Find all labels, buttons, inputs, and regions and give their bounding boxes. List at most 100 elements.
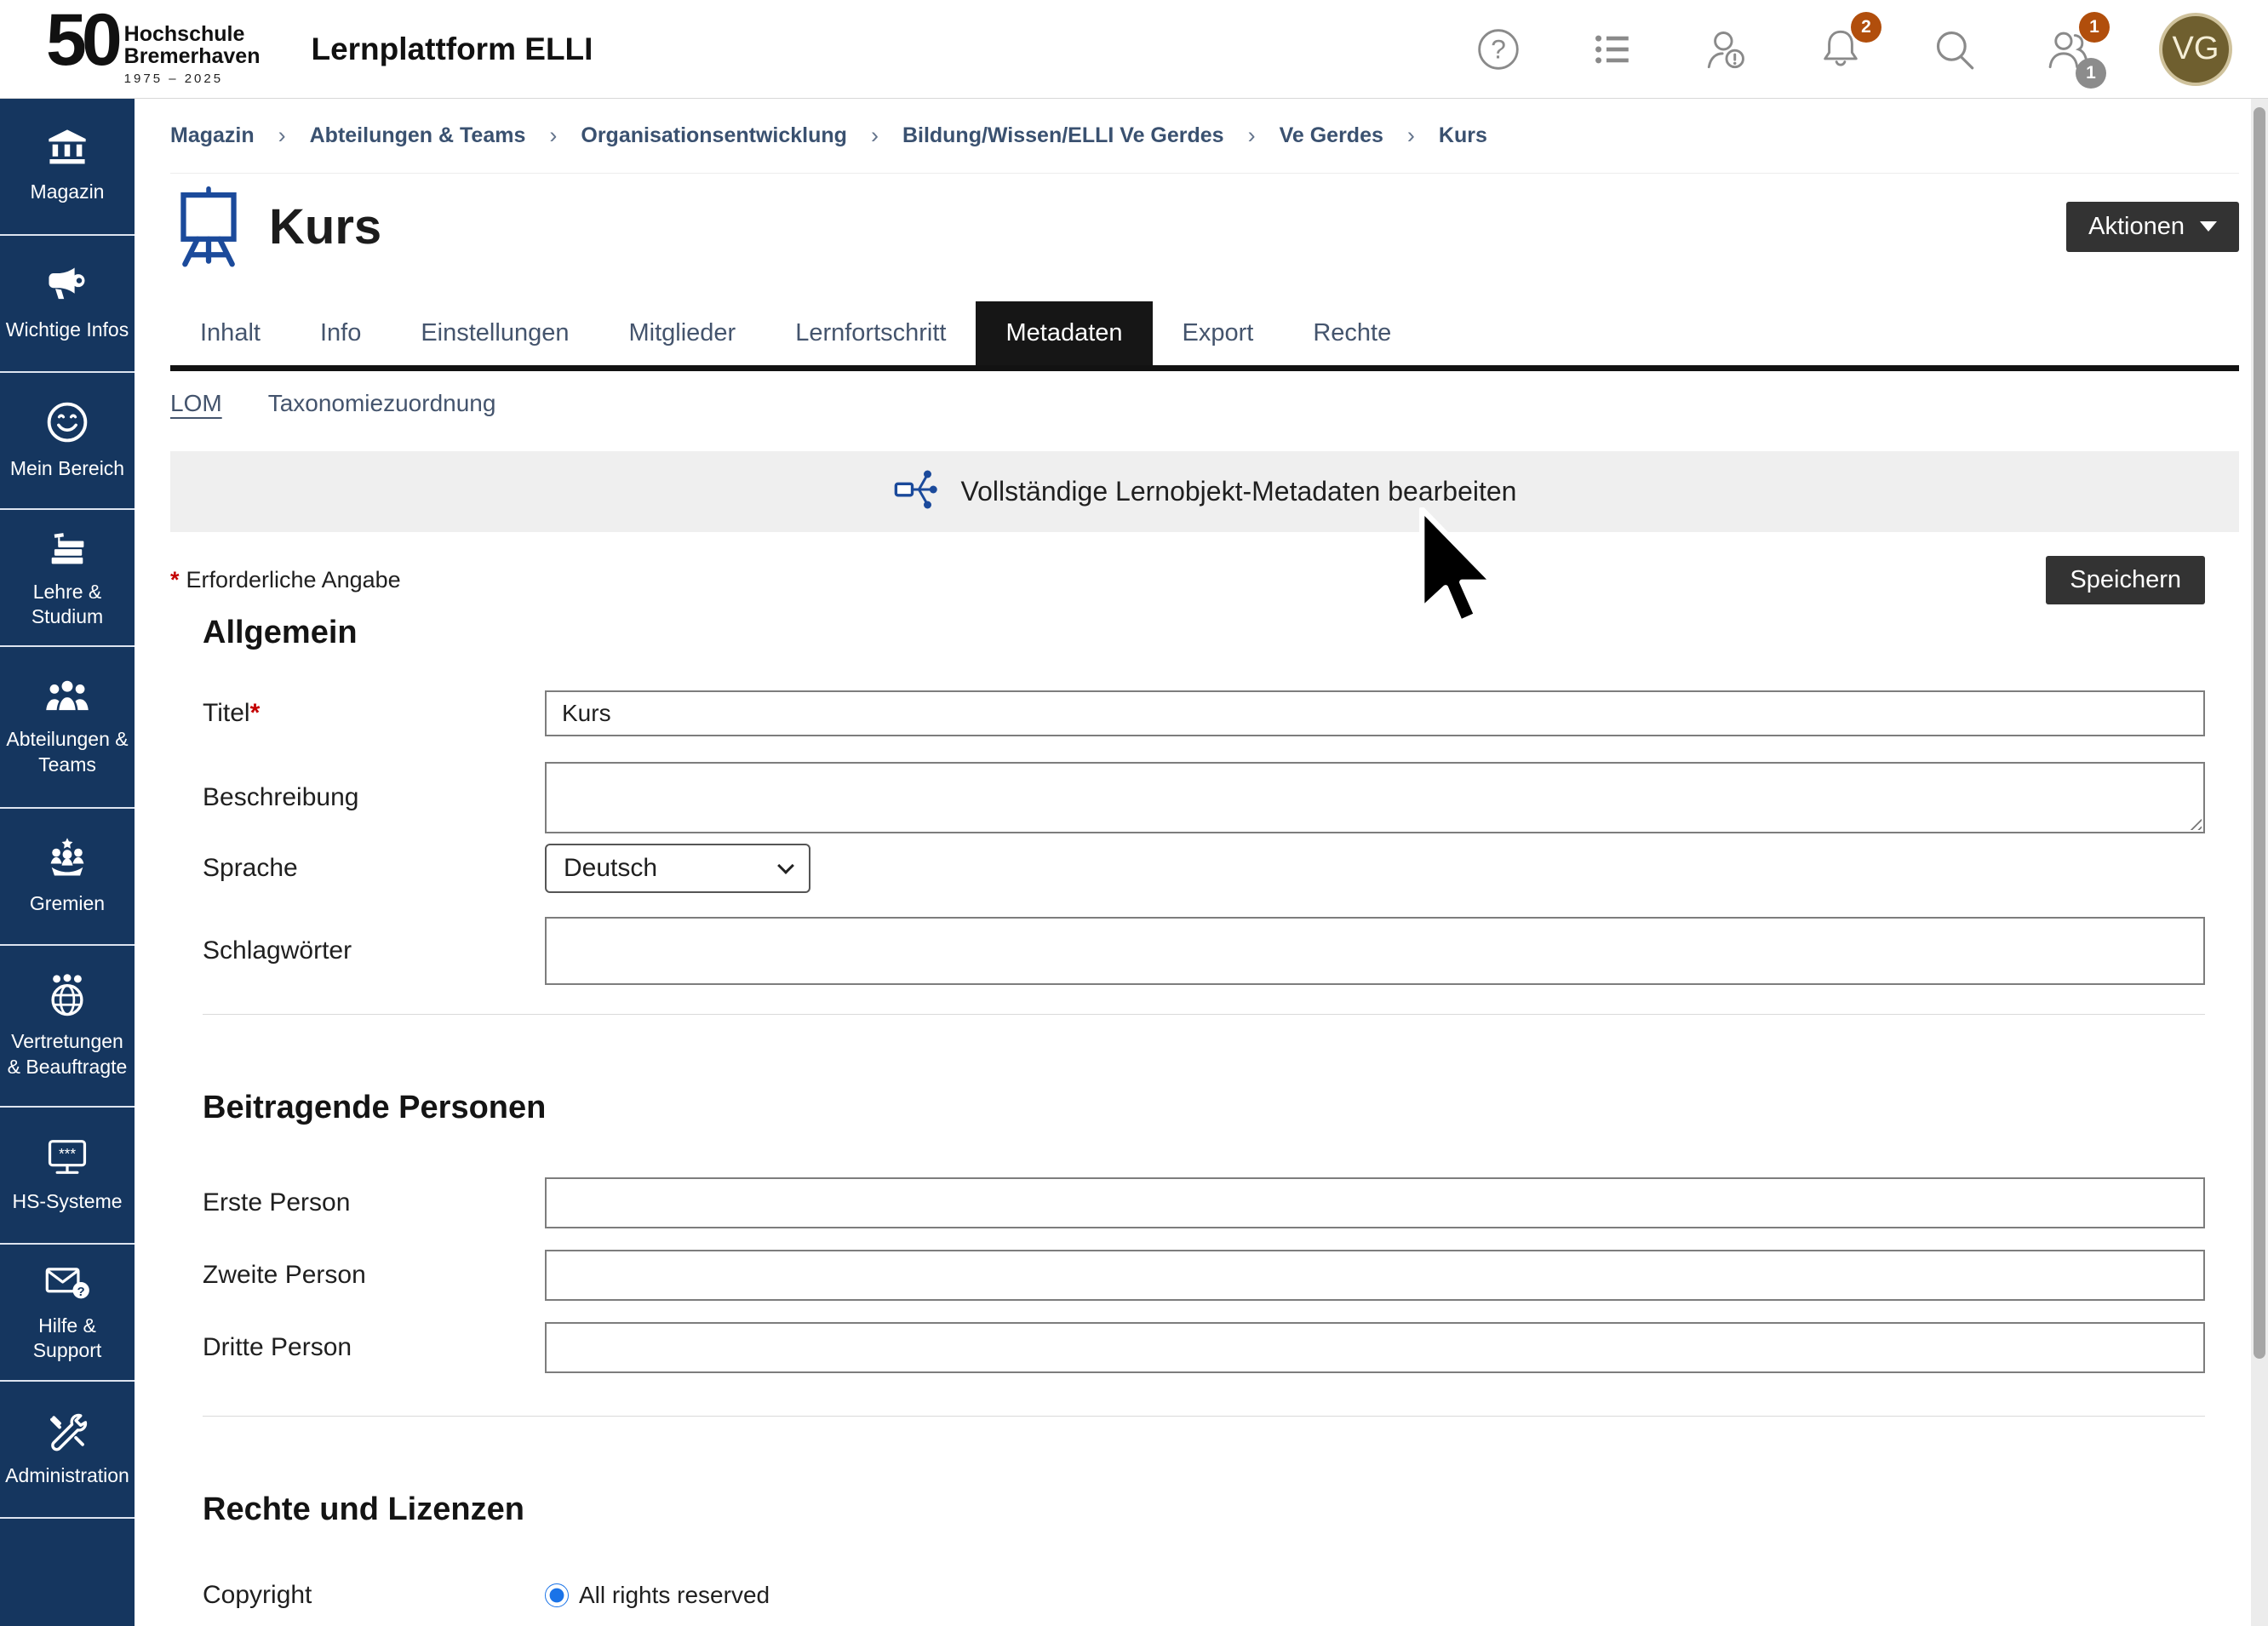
university-logo[interactable]: 50 Hochschule Bremerhaven 1975 – 2025	[46, 12, 260, 86]
svg-text:***: ***	[59, 1145, 76, 1162]
megaphone-icon	[43, 264, 91, 306]
logo-line1: Hochschule	[124, 24, 261, 46]
top-header: 50 Hochschule Bremerhaven 1975 – 2025 Le…	[0, 0, 2268, 99]
tab-metadaten[interactable]: Metadaten	[976, 301, 1152, 365]
sidebar-item-hilfe-support[interactable]: ? Hilfe & Support	[0, 1245, 135, 1382]
tab-lernfortschritt[interactable]: Lernfortschritt	[765, 301, 976, 365]
copyright-radio-all-rights[interactable]	[545, 1583, 569, 1607]
contacts-badge-top: 1	[2079, 12, 2110, 43]
page-title: Kurs	[269, 198, 381, 255]
user-clock-icon[interactable]	[1703, 26, 1750, 73]
logo-50: 50	[46, 12, 117, 69]
zweite-person-input[interactable]	[545, 1250, 2205, 1301]
schlagwoerter-label: Schlagwörter	[203, 936, 545, 965]
edit-full-metadata-banner[interactable]: Vollständige Lernobjekt-Metadaten bearbe…	[170, 451, 2239, 532]
tab-export[interactable]: Export	[1153, 301, 1284, 365]
app-title: Lernplattform ELLI	[311, 31, 593, 67]
breadcrumb-separator: ›	[871, 123, 879, 149]
breadcrumb-item-abteilungen[interactable]: Abteilungen & Teams	[310, 123, 526, 148]
subtab-lom[interactable]: LOM	[170, 390, 222, 417]
sidebar-item-label: Administration	[5, 1463, 129, 1488]
section-heading-beitragende: Beitragende Personen	[203, 1090, 2205, 1126]
form-toolbar: *Erforderliche Angabe Speichern	[170, 556, 2205, 604]
scrollbar-thumb[interactable]	[2254, 107, 2265, 1359]
page-title-row: Kurs Aktionen	[170, 186, 2239, 267]
breadcrumb-item-ve-gerdes[interactable]: Ve Gerdes	[1280, 123, 1383, 148]
scrollbar-track[interactable]	[2251, 99, 2268, 1626]
sidebar-item-wichtige-infos[interactable]: Wichtige Infos	[0, 236, 135, 373]
search-icon[interactable]	[1931, 26, 1979, 73]
breadcrumb-item-magazin[interactable]: Magazin	[170, 123, 255, 148]
sidebar-item-label: HS-Systeme	[12, 1189, 122, 1214]
people-icon	[43, 677, 91, 716]
breadcrumb-separator: ›	[549, 123, 557, 149]
banner-label: Vollständige Lernobjekt-Metadaten bearbe…	[961, 476, 1517, 507]
breadcrumb: Magazin › Abteilungen & Teams › Organisa…	[170, 99, 2239, 174]
actions-button[interactable]: Aktionen	[2066, 202, 2239, 252]
contacts-icon[interactable]: 1 1	[2045, 26, 2093, 73]
sidebar-item-label: Hilfe & Support	[4, 1314, 130, 1364]
copyright-option-label: All rights reserved	[579, 1582, 770, 1609]
sidebar-item-label: Mein Bereich	[10, 456, 124, 481]
sprache-select[interactable]: Deutsch	[545, 844, 810, 893]
sidebar-filler	[0, 1519, 135, 1626]
list-menu-icon[interactable]	[1589, 26, 1636, 73]
tools-icon	[44, 1410, 90, 1452]
beschreibung-textarea[interactable]	[545, 762, 2205, 833]
save-button[interactable]: Speichern	[2046, 556, 2205, 604]
notifications-bell-icon[interactable]: 2	[1817, 26, 1864, 73]
breadcrumb-separator: ›	[278, 123, 286, 149]
section-heading-allgemein: Allgemein	[203, 615, 2205, 651]
sidebar-item-vertretungen-beauftragte[interactable]: Vertretungen & Beauftragte	[0, 946, 135, 1108]
dritte-person-label: Dritte Person	[203, 1333, 545, 1362]
subtab-taxonomiezuordnung[interactable]: Taxonomiezuordnung	[268, 390, 496, 417]
sidebar-item-label: Abteilungen & Teams	[4, 727, 130, 777]
tab-einstellungen[interactable]: Einstellungen	[391, 301, 598, 365]
section-heading-rechte: Rechte und Lizenzen	[203, 1491, 2205, 1528]
help-icon[interactable]: ?	[1475, 26, 1522, 73]
contacts-badge-bottom: 1	[2076, 58, 2106, 89]
monitor-icon: ***	[43, 1136, 91, 1178]
tab-mitglieder[interactable]: Mitglieder	[598, 301, 765, 365]
chevron-down-icon	[2200, 221, 2217, 232]
sprache-selected-value: Deutsch	[564, 854, 657, 883]
dritte-person-input[interactable]	[545, 1322, 2205, 1373]
breadcrumb-item-kurs[interactable]: Kurs	[1439, 123, 1487, 148]
sidebar-item-hs-systeme[interactable]: *** HS-Systeme	[0, 1108, 135, 1245]
sidebar-item-magazin[interactable]: Magazin	[0, 99, 135, 236]
breadcrumb-item-organisationsentwicklung[interactable]: Organisationsentwicklung	[581, 123, 847, 148]
form-row-dritte-person: Dritte Person	[203, 1322, 2205, 1373]
sidebar-item-mein-bereich[interactable]: Mein Bereich	[0, 373, 135, 510]
tab-bar: Inhalt Info Einstellungen Mitglieder Ler…	[170, 301, 2239, 371]
books-icon	[43, 526, 91, 569]
chevron-down-icon	[777, 857, 794, 874]
schlagwoerter-input[interactable]	[545, 917, 2205, 985]
tab-inhalt[interactable]: Inhalt	[170, 301, 290, 365]
sidebar-item-abteilungen-teams[interactable]: Abteilungen & Teams	[0, 647, 135, 809]
user-avatar[interactable]: VG	[2159, 13, 2232, 86]
erste-person-input[interactable]	[545, 1177, 2205, 1228]
tab-rechte[interactable]: Rechte	[1283, 301, 1421, 365]
form-row-erste-person: Erste Person	[203, 1177, 2205, 1228]
breadcrumb-item-bildung[interactable]: Bildung/Wissen/ELLI Ve Gerdes	[902, 123, 1224, 148]
copyright-label: Copyright	[203, 1581, 545, 1610]
header-icon-bar: ? 2 1 1 VG	[1475, 13, 2232, 86]
form-row-zweite-person: Zweite Person	[203, 1250, 2205, 1301]
breadcrumb-separator: ›	[1407, 123, 1415, 149]
form-row-sprache: Sprache Deutsch	[203, 844, 2205, 893]
sidebar-item-lehre-studium[interactable]: Lehre & Studium	[0, 510, 135, 647]
actions-button-label: Aktionen	[2088, 213, 2185, 241]
main-area: Magazin › Abteilungen & Teams › Organisa…	[135, 99, 2251, 1626]
sidebar-item-gremien[interactable]: Gremien	[0, 809, 135, 946]
titel-input[interactable]	[545, 690, 2205, 736]
bank-icon	[45, 128, 89, 169]
smiley-icon	[44, 399, 90, 445]
tab-info[interactable]: Info	[290, 301, 391, 365]
zweite-person-label: Zweite Person	[203, 1261, 545, 1290]
app-window: 50 Hochschule Bremerhaven 1975 – 2025 Le…	[0, 0, 2268, 1626]
beschreibung-label: Beschreibung	[203, 783, 545, 812]
sidebar-item-administration[interactable]: Administration	[0, 1382, 135, 1519]
sidebar-item-label: Lehre & Studium	[4, 580, 130, 630]
required-note: *Erforderliche Angabe	[170, 567, 401, 593]
sidebar-item-label: Magazin	[31, 180, 105, 204]
